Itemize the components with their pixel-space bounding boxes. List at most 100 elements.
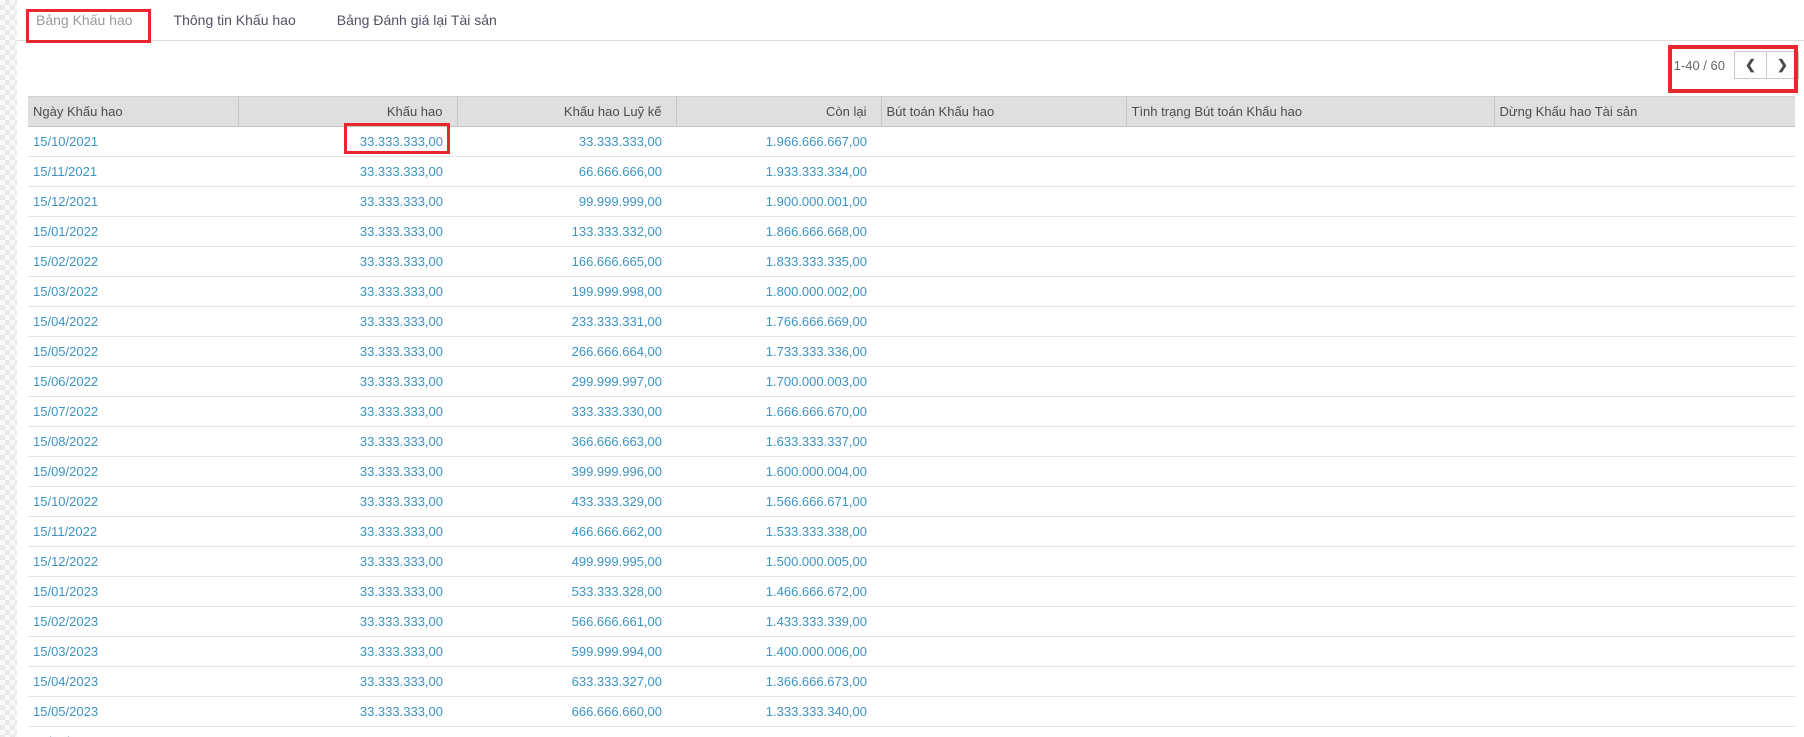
cell-depreciation-amount[interactable]: 33.333.333,00 — [238, 577, 457, 607]
cell-depreciation-date[interactable]: 15/12/2022 — [28, 547, 238, 577]
column-header-acc[interactable]: Khấu hao Luỹ kế — [457, 97, 676, 127]
column-header-date[interactable]: Ngày Khấu hao — [28, 97, 238, 127]
cell-depreciation-entry[interactable] — [881, 607, 1126, 637]
cell-remaining-amount[interactable]: 1.466.666.672,00 — [676, 577, 881, 607]
cell-remaining-amount[interactable]: 1.300.000.007,00 — [676, 727, 881, 737]
cell-remaining-amount[interactable]: 1.566.666.671,00 — [676, 487, 881, 517]
cell-cumulative-amount[interactable]: 633.333.327,00 — [457, 667, 676, 697]
cell-stop-depreciation[interactable] — [1494, 517, 1795, 547]
cell-cumulative-amount[interactable]: 33.333.333,00 — [457, 127, 676, 157]
cell-remaining-amount[interactable]: 1.633.333.337,00 — [676, 427, 881, 457]
cell-entry-status[interactable] — [1126, 307, 1494, 337]
cell-entry-status[interactable] — [1126, 397, 1494, 427]
cell-depreciation-amount[interactable]: 33.333.333,00 — [238, 607, 457, 637]
cell-depreciation-amount[interactable]: 33.333.333,00 — [238, 337, 457, 367]
cell-cumulative-amount[interactable]: 699.999.993,00 — [457, 727, 676, 737]
cell-depreciation-amount[interactable]: 33.333.333,00 — [238, 127, 457, 157]
cell-stop-depreciation[interactable] — [1494, 367, 1795, 397]
table-row[interactable]: 15/04/2023 33.333.333,00 633.333.327,00 … — [28, 667, 1795, 697]
cell-cumulative-amount[interactable]: 366.666.663,00 — [457, 427, 676, 457]
table-row[interactable]: 15/05/2022 33.333.333,00 266.666.664,00 … — [28, 337, 1795, 367]
cell-stop-depreciation[interactable] — [1494, 157, 1795, 187]
cell-entry-status[interactable] — [1126, 577, 1494, 607]
table-row[interactable]: 15/07/2022 33.333.333,00 333.333.330,00 … — [28, 397, 1795, 427]
cell-entry-status[interactable] — [1126, 487, 1494, 517]
cell-entry-status[interactable] — [1126, 127, 1494, 157]
cell-remaining-amount[interactable]: 1.733.333.336,00 — [676, 337, 881, 367]
cell-cumulative-amount[interactable]: 99.999.999,00 — [457, 187, 676, 217]
cell-entry-status[interactable] — [1126, 667, 1494, 697]
cell-depreciation-date[interactable]: 15/01/2022 — [28, 217, 238, 247]
cell-depreciation-date[interactable]: 15/04/2022 — [28, 307, 238, 337]
cell-depreciation-date[interactable]: 15/03/2022 — [28, 277, 238, 307]
cell-stop-depreciation[interactable] — [1494, 247, 1795, 277]
tab-asset-revaluation-board[interactable]: Bảng Đánh giá lại Tài sản — [337, 12, 497, 28]
cell-stop-depreciation[interactable] — [1494, 637, 1795, 667]
cell-depreciation-date[interactable]: 15/11/2021 — [28, 157, 238, 187]
column-header-entry[interactable]: Bút toán Khấu hao — [881, 97, 1126, 127]
cell-depreciation-date[interactable]: 15/07/2022 — [28, 397, 238, 427]
cell-cumulative-amount[interactable]: 133.333.332,00 — [457, 217, 676, 247]
cell-remaining-amount[interactable]: 1.333.333.340,00 — [676, 697, 881, 727]
cell-remaining-amount[interactable]: 1.433.333.339,00 — [676, 607, 881, 637]
cell-depreciation-amount[interactable]: 33.333.333,00 — [238, 157, 457, 187]
cell-depreciation-date[interactable]: 15/06/2023 — [28, 727, 238, 737]
cell-remaining-amount[interactable]: 1.666.666.670,00 — [676, 397, 881, 427]
cell-depreciation-date[interactable]: 15/08/2022 — [28, 427, 238, 457]
cell-depreciation-entry[interactable] — [881, 427, 1126, 457]
cell-depreciation-entry[interactable] — [881, 397, 1126, 427]
table-row[interactable]: 15/12/2022 33.333.333,00 499.999.995,00 … — [28, 547, 1795, 577]
cell-depreciation-entry[interactable] — [881, 277, 1126, 307]
cell-stop-depreciation[interactable] — [1494, 427, 1795, 457]
cell-entry-status[interactable] — [1126, 697, 1494, 727]
cell-depreciation-entry[interactable] — [881, 217, 1126, 247]
table-row[interactable]: 15/03/2023 33.333.333,00 599.999.994,00 … — [28, 637, 1795, 667]
cell-depreciation-entry[interactable] — [881, 667, 1126, 697]
table-row[interactable]: 15/11/2021 33.333.333,00 66.666.666,00 1… — [28, 157, 1795, 187]
cell-remaining-amount[interactable]: 1.533.333.338,00 — [676, 517, 881, 547]
column-header-stop[interactable]: Dừng Khấu hao Tài sản — [1494, 97, 1795, 127]
cell-entry-status[interactable] — [1126, 547, 1494, 577]
cell-stop-depreciation[interactable] — [1494, 547, 1795, 577]
cell-depreciation-entry[interactable] — [881, 457, 1126, 487]
cell-stop-depreciation[interactable] — [1494, 487, 1795, 517]
cell-entry-status[interactable] — [1126, 157, 1494, 187]
pager-previous-button[interactable]: ❮ — [1734, 51, 1767, 79]
cell-entry-status[interactable] — [1126, 337, 1494, 367]
cell-remaining-amount[interactable]: 1.700.000.003,00 — [676, 367, 881, 397]
cell-depreciation-amount[interactable]: 33.333.333,00 — [238, 547, 457, 577]
cell-depreciation-amount[interactable]: 33.333.333,00 — [238, 427, 457, 457]
cell-cumulative-amount[interactable]: 599.999.994,00 — [457, 637, 676, 667]
cell-remaining-amount[interactable]: 1.766.666.669,00 — [676, 307, 881, 337]
tab-depreciation-info[interactable]: Thông tin Khấu hao — [174, 12, 296, 28]
cell-cumulative-amount[interactable]: 499.999.995,00 — [457, 547, 676, 577]
cell-entry-status[interactable] — [1126, 607, 1494, 637]
cell-stop-depreciation[interactable] — [1494, 217, 1795, 247]
table-row[interactable]: 15/10/2022 33.333.333,00 433.333.329,00 … — [28, 487, 1795, 517]
cell-remaining-amount[interactable]: 1.600.000.004,00 — [676, 457, 881, 487]
column-header-dep[interactable]: Khấu hao — [238, 97, 457, 127]
cell-stop-depreciation[interactable] — [1494, 457, 1795, 487]
cell-depreciation-entry[interactable] — [881, 697, 1126, 727]
cell-cumulative-amount[interactable]: 166.666.665,00 — [457, 247, 676, 277]
tab-depreciation-board[interactable]: Bảng Khấu hao — [36, 12, 133, 28]
cell-depreciation-date[interactable]: 15/06/2022 — [28, 367, 238, 397]
cell-remaining-amount[interactable]: 1.800.000.002,00 — [676, 277, 881, 307]
cell-cumulative-amount[interactable]: 266.666.664,00 — [457, 337, 676, 367]
cell-stop-depreciation[interactable] — [1494, 697, 1795, 727]
cell-entry-status[interactable] — [1126, 517, 1494, 547]
cell-remaining-amount[interactable]: 1.900.000.001,00 — [676, 187, 881, 217]
cell-depreciation-date[interactable]: 15/02/2022 — [28, 247, 238, 277]
cell-depreciation-date[interactable]: 15/12/2021 — [28, 187, 238, 217]
cell-depreciation-entry[interactable] — [881, 637, 1126, 667]
cell-cumulative-amount[interactable]: 466.666.662,00 — [457, 517, 676, 547]
cell-depreciation-amount[interactable]: 33.333.333,00 — [238, 397, 457, 427]
cell-depreciation-date[interactable]: 15/05/2023 — [28, 697, 238, 727]
cell-depreciation-entry[interactable] — [881, 517, 1126, 547]
cell-remaining-amount[interactable]: 1.966.666.667,00 — [676, 127, 881, 157]
cell-stop-depreciation[interactable] — [1494, 397, 1795, 427]
cell-entry-status[interactable] — [1126, 217, 1494, 247]
cell-cumulative-amount[interactable]: 566.666.661,00 — [457, 607, 676, 637]
cell-depreciation-amount[interactable]: 33.333.333,00 — [238, 667, 457, 697]
cell-depreciation-date[interactable]: 15/04/2023 — [28, 667, 238, 697]
